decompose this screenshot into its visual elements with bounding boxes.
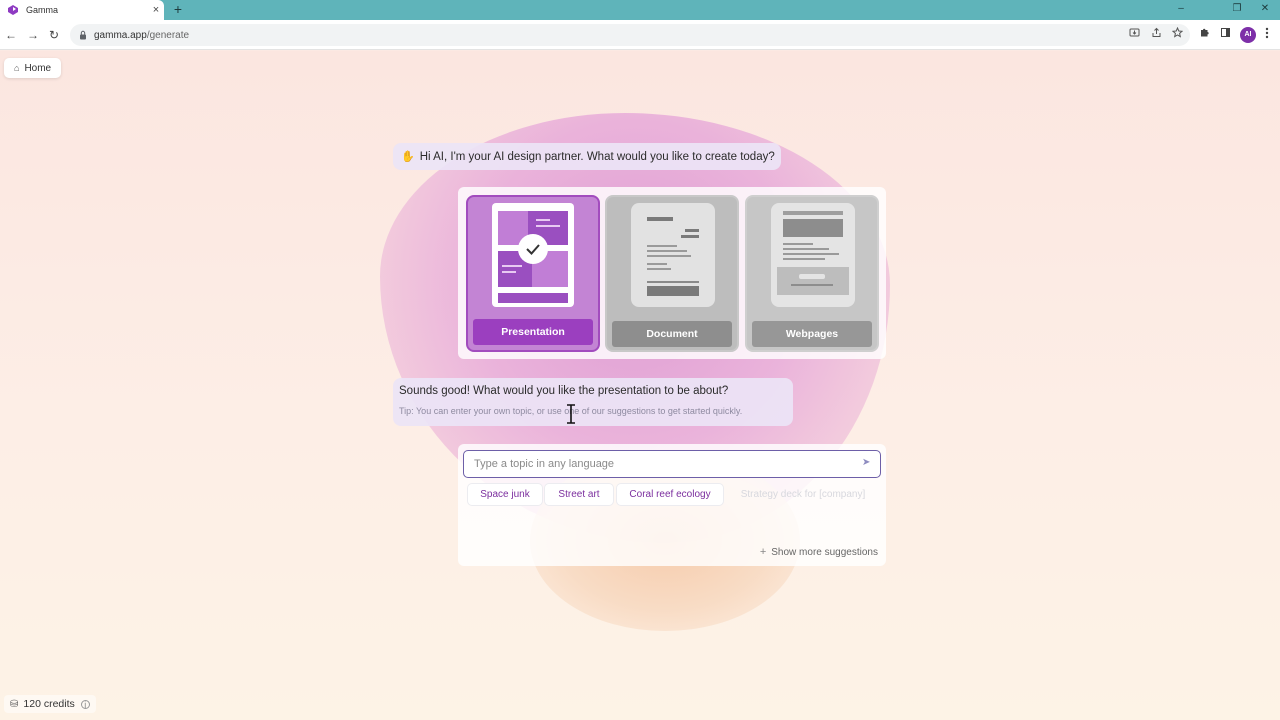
browser-menu-icon[interactable] [1259, 27, 1275, 43]
info-icon[interactable]: i [80, 699, 90, 709]
forward-icon[interactable]: → [24, 26, 42, 44]
presentation-illustration [492, 203, 574, 307]
greeting-bubble: ✋ Hi AI, I'm your AI design partner. Wha… [393, 143, 781, 170]
suggestion-chip[interactable]: Strategy deck for [company] [733, 484, 873, 505]
reload-icon[interactable]: ↻ [45, 26, 63, 44]
home-label: Home [24, 62, 52, 74]
minimize-icon[interactable]: – [1166, 0, 1196, 20]
browser-tabstrip: Gamma × + – ❐ ✕ [0, 0, 1280, 20]
gamma-generate-page: ⌂ Home ✋ Hi AI, I'm your AI design partn… [0, 51, 1280, 720]
back-icon[interactable]: ← [2, 26, 20, 44]
side-panel-icon[interactable] [1217, 27, 1233, 43]
greeting-text: Hi AI, I'm your AI design partner. What … [419, 150, 775, 163]
browser-tab-gamma[interactable]: Gamma × [0, 0, 164, 20]
credits-label: 120 credits [23, 698, 75, 710]
webpages-card[interactable]: Webpages [745, 195, 879, 352]
home-button[interactable]: ⌂ Home [4, 58, 62, 78]
format-selector: Presentation Document Webpages [458, 187, 886, 359]
profile-avatar[interactable]: AI [1240, 27, 1256, 43]
install-app-icon[interactable] [1126, 27, 1142, 43]
topic-panel: ➤ Space junk Street art Coral reef ecolo… [458, 444, 886, 566]
url-path: /generate [146, 29, 190, 41]
suggestion-chip[interactable]: Space junk [468, 484, 542, 505]
presentation-card[interactable]: Presentation [466, 195, 600, 352]
url-host: gamma.app [94, 29, 147, 41]
suggestion-chip[interactable]: Street art [545, 484, 613, 505]
extensions-icon[interactable] [1196, 27, 1212, 43]
prompt-question: Sounds good! What would you like the pre… [399, 385, 729, 397]
document-card[interactable]: Document [605, 195, 739, 352]
address-bar[interactable]: gamma.app/generate [70, 24, 1190, 46]
browser-toolbar: ← → ↻ gamma.app/generate [0, 20, 1280, 50]
text-cursor-icon [567, 404, 575, 424]
presentation-label: Presentation [473, 319, 593, 345]
suggestion-chip[interactable]: Coral reef ecology [617, 484, 723, 505]
new-tab-button[interactable]: + [170, 1, 186, 17]
waving-hand-icon: ✋ [401, 151, 415, 163]
webpage-illustration [771, 203, 855, 307]
prompt-bubble: Sounds good! What would you like the pre… [393, 378, 793, 426]
lock-icon [78, 30, 88, 40]
restore-icon[interactable]: ❐ [1222, 0, 1252, 20]
document-illustration [631, 203, 715, 307]
webpages-label: Webpages [752, 321, 872, 347]
tab-close-icon[interactable]: × [148, 4, 164, 16]
topic-input[interactable] [463, 450, 881, 478]
send-icon[interactable]: ➤ [862, 457, 874, 469]
show-more-label: Show more suggestions [771, 546, 878, 558]
window-close-icon[interactable]: ✕ [1250, 0, 1280, 20]
document-label: Document [612, 321, 732, 347]
home-icon: ⌂ [14, 63, 20, 73]
show-more-suggestions-button[interactable]: + Show more suggestions [748, 545, 878, 559]
prompt-tip: Tip: You can enter your own topic, or us… [399, 406, 743, 416]
gamma-favicon-icon [8, 5, 18, 15]
coins-icon: ⛁ [10, 698, 19, 710]
tab-title: Gamma [26, 5, 59, 15]
plus-icon: + [759, 546, 767, 558]
share-icon[interactable] [1148, 27, 1164, 43]
credits-indicator[interactable]: ⛁ 120 credits i [4, 695, 96, 713]
bookmark-star-icon[interactable] [1169, 26, 1185, 43]
